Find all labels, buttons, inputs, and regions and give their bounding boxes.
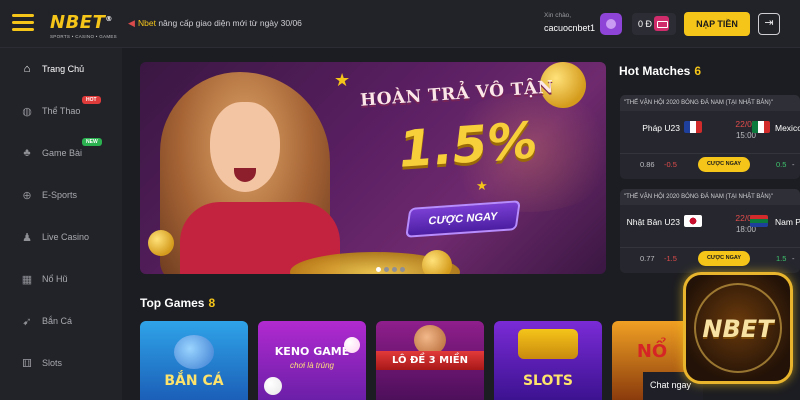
greeting-label: Xin chào, — [544, 12, 572, 19]
user-greeting: Xin chào, cacuocnbet1 — [544, 12, 595, 33]
slot-machine-icon — [518, 329, 578, 359]
carousel-dot[interactable] — [392, 267, 397, 272]
slot-icon: ▦ — [21, 273, 33, 286]
ball-icon — [264, 377, 282, 395]
sidebar-item-label: Nổ Hũ — [42, 274, 68, 284]
announcement-text: nâng cấp giao diện mới từ ngày 30/06 — [155, 18, 302, 28]
sidebar-item-home[interactable]: ⌂ Trang Chủ — [0, 48, 122, 90]
logo-text: NBET — [50, 12, 106, 33]
carousel-dot[interactable] — [400, 267, 405, 272]
logout-icon[interactable]: ⇥ — [758, 13, 780, 35]
hot-matches-heading: Hot Matches 6 — [619, 64, 702, 78]
sidebar-item-label: Slots — [42, 358, 63, 368]
avatar[interactable] — [600, 13, 622, 35]
coin-decoration — [422, 250, 452, 274]
announcement: ◀ Nbet nâng cấp giao diện mới từ ngày 30/… — [128, 18, 302, 29]
shark-icon — [174, 335, 214, 369]
south-africa-flag-icon — [750, 215, 768, 227]
game-title: LÔ ĐỀ 3 MIỀN — [376, 351, 484, 370]
bet-now-button[interactable]: CƯỢC NGAY — [698, 157, 750, 172]
match-league: "THẾ VẬN HỘI 2020 BÓNG ĐÁ NAM (TẠI NHẬT … — [620, 189, 800, 205]
username[interactable]: cacuocnbet1 — [544, 23, 595, 33]
home-team: Nhật Bản U23 — [626, 217, 680, 227]
home-handicap[interactable]: -1.5 — [664, 254, 677, 263]
balance-value: 0 Đ — [638, 19, 653, 29]
odds-row: 0.77 -1.5 CƯỢC NGAY 1.5 - — [620, 247, 800, 267]
top-games-heading: Top Games 8 — [140, 296, 216, 310]
gamepad-icon: ⊕ — [22, 189, 32, 202]
logo-subtitle: SPORTS • CASINO • GAMES — [50, 34, 117, 39]
home-icon: ⌂ — [23, 63, 31, 75]
game-title: NỔ — [636, 341, 668, 362]
banner-cta-button[interactable]: CƯỢC NGAY — [405, 200, 521, 238]
carousel-dots — [376, 259, 416, 272]
away-odd[interactable]: - — [792, 254, 795, 263]
megaphone-icon: ◀ — [128, 18, 135, 28]
ball-icon — [344, 337, 360, 353]
sidebar-item-card-games[interactable]: ♣ Game Bài NEW — [0, 132, 122, 174]
game-card-fishing[interactable]: BẮN CÁ — [140, 321, 248, 400]
slots-icon: ⚅ — [22, 357, 32, 370]
star-icon: ★ — [476, 178, 488, 193]
odds-row: 0.86 -0.5 CƯỢC NGAY 0.5 - — [620, 153, 800, 173]
sidebar-item-esports[interactable]: ⊕ E-Sports — [0, 174, 122, 216]
hot-matches-count: 6 — [694, 64, 702, 78]
home-odd[interactable]: 0.77 — [640, 254, 655, 263]
new-badge: NEW — [82, 138, 102, 146]
floating-logo-text: NBET — [702, 315, 774, 343]
wallet-icon[interactable] — [654, 16, 669, 31]
hamburger-menu-icon[interactable] — [12, 14, 34, 32]
sidebar-item-label: E-Sports — [42, 190, 78, 200]
sidebar: ⌂ Trang Chủ ◍ Thể Thao HOT ♣ Game Bài NE… — [0, 48, 122, 400]
match-league: "THẾ VẬN HỘI 2020 BÓNG ĐÁ NAM (TẠI NHẬT … — [620, 95, 800, 111]
france-flag-icon — [684, 121, 702, 133]
home-odd[interactable]: 0.86 — [640, 160, 655, 169]
game-card-slots[interactable]: SLOTS — [494, 321, 602, 400]
ball-icon: ◍ — [22, 105, 32, 118]
nbet-logo[interactable]: NBET® SPORTS • CASINO • GAMES — [50, 10, 120, 40]
home-handicap[interactable]: -0.5 — [664, 160, 677, 169]
star-icon: ★ — [334, 70, 351, 90]
japan-flag-icon — [684, 215, 702, 227]
away-odd[interactable]: - — [792, 160, 795, 169]
game-title: BẮN CÁ — [164, 373, 224, 389]
sidebar-item-sports[interactable]: ◍ Thể Thao HOT — [0, 90, 122, 132]
carousel-dot[interactable] — [376, 267, 381, 272]
match-card[interactable]: "THẾ VẬN HỘI 2020 BÓNG ĐÁ NAM (TẠI NHẬT … — [620, 189, 800, 273]
cards-icon: ♣ — [23, 147, 31, 159]
promo-banner[interactable]: ★ ★ HOÀN TRẢ VÔ TẬN 1.5% CƯỢC NGAY — [140, 62, 606, 274]
away-handicap[interactable]: 1.5 — [776, 254, 786, 263]
coin-decoration — [148, 230, 174, 256]
away-team: Mexico — [775, 123, 800, 133]
sidebar-item-jackpot[interactable]: ▦ Nổ Hũ — [0, 258, 122, 300]
hot-badge: HOT — [82, 96, 101, 104]
away-team: Nam Phi — [775, 217, 800, 227]
game-subtitle: chơi là trúng — [290, 361, 334, 370]
sidebar-item-label: Trang Chủ — [42, 64, 85, 74]
away-handicap[interactable]: 0.5 — [776, 160, 786, 169]
sidebar-item-label: Thể Thao — [42, 106, 81, 116]
game-title: SLOTS — [522, 373, 574, 389]
dealer-icon: ♟ — [22, 231, 32, 244]
sidebar-item-label: Live Casino — [42, 232, 90, 242]
mexico-flag-icon — [752, 121, 770, 133]
floating-nbet-logo[interactable]: NBET — [683, 272, 793, 384]
match-card[interactable]: "THẾ VẬN HỘI 2020 BÓNG ĐÁ NAM (TẠI NHẬT … — [620, 95, 800, 179]
carousel-dot[interactable] — [384, 267, 389, 272]
sidebar-item-live-casino[interactable]: ♟ Live Casino — [0, 216, 122, 258]
home-team: Pháp U23 — [642, 123, 680, 133]
game-card-lottery[interactable]: LÔ ĐỀ 3 MIỀN — [376, 321, 484, 400]
top-bar: NBET® SPORTS • CASINO • GAMES ◀ Nbet nâng… — [0, 0, 800, 48]
sidebar-item-label: Bắn Cá — [42, 316, 73, 326]
fish-icon: ➹ — [22, 315, 32, 328]
bet-now-button[interactable]: CƯỢC NGAY — [698, 251, 750, 266]
sidebar-item-slots[interactable]: ⚅ Slots — [0, 342, 122, 384]
top-games-count: 8 — [208, 296, 216, 310]
game-card-keno[interactable]: KENO GAME chơi là trúng — [258, 321, 366, 400]
sidebar-item-label: Game Bài — [42, 148, 83, 158]
deposit-button[interactable]: NẠP TIỀN — [684, 12, 750, 36]
announcement-brand: Nbet — [138, 18, 156, 28]
sidebar-item-fishing[interactable]: ➹ Bắn Cá — [0, 300, 122, 342]
